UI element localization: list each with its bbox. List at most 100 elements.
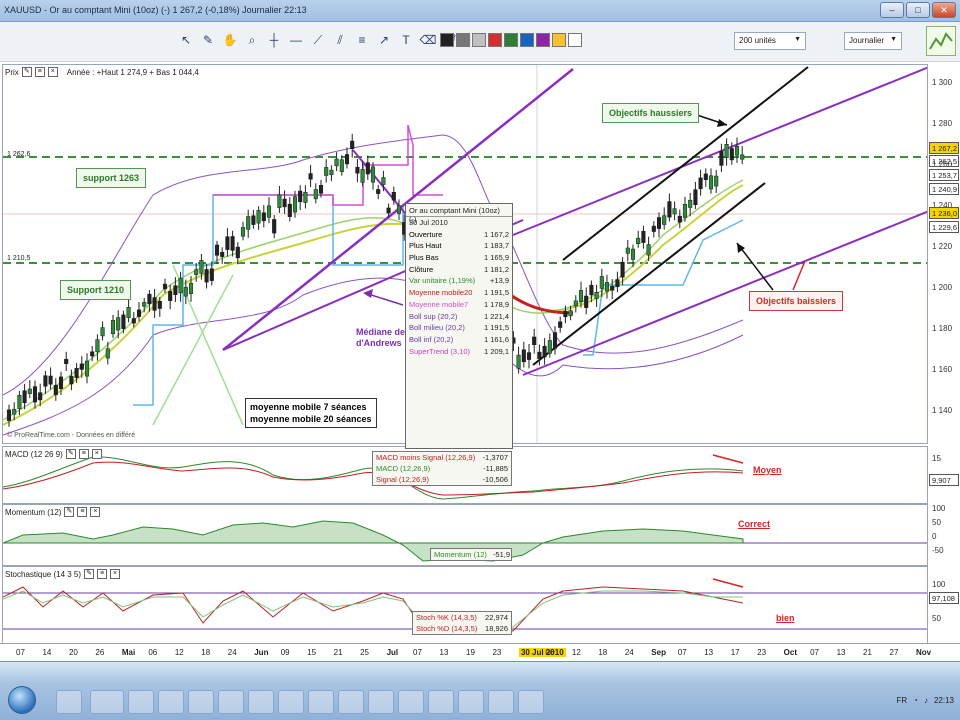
channel-icon[interactable]: ⫽ [330,30,350,50]
list-icon[interactable]: ≡ [77,507,88,517]
price-tag-6: 1 229,6 [929,221,959,233]
black-channel-upper [562,66,809,261]
wrench-icon[interactable]: ✎ [65,449,76,459]
pencil-icon[interactable]: ✎ [198,30,218,50]
candle-body [225,236,230,250]
x-axis-label: 24 [624,648,634,657]
candle-body [27,388,32,394]
taskbar-app-16[interactable] [518,690,544,714]
candle-body [599,276,604,289]
taskbar-app-10[interactable] [338,690,364,714]
taskbar-app-1[interactable] [56,690,82,714]
candle-body [105,348,110,359]
candle-body [636,237,641,245]
candle-body [261,212,266,222]
arrowhead-mediane [363,289,373,298]
taskbar-app-11[interactable] [368,690,394,714]
price-tag-5: 1 236,0 [929,207,959,219]
close-button[interactable]: ✕ [932,2,956,18]
close-pane-icon[interactable]: × [90,507,101,517]
text-tool-icon[interactable]: T [396,30,416,50]
taskbar-app-14[interactable] [458,690,484,714]
taskbar-app-15[interactable] [488,690,514,714]
taskbar-app-13[interactable] [428,690,454,714]
maximize-button[interactable]: □ [906,2,930,18]
taskbar-app-4[interactable] [158,690,184,714]
wrench-icon[interactable]: ✎ [64,507,75,517]
color-swatch-green[interactable] [504,33,518,47]
hand-icon[interactable]: ✋ [220,30,240,50]
candle-body [672,208,677,215]
x-axis-label: 23 [492,648,502,657]
color-swatch-blue[interactable] [520,33,534,47]
fibonacci-icon[interactable]: ≡ [352,30,372,50]
candle-body [173,285,178,295]
list-icon[interactable]: ≡ [97,569,108,579]
wrench-icon[interactable]: ✎ [21,67,32,77]
purple-channel-lower [522,210,927,376]
taskbar-app-3[interactable] [128,690,154,714]
color-swatch-silver[interactable] [472,33,486,47]
candle-body [313,189,318,200]
candle-body [656,217,662,229]
taskbar-app-7[interactable] [248,690,274,714]
clock[interactable]: 22:13 [934,696,954,705]
color-swatch-gray[interactable] [456,33,470,47]
list-icon[interactable]: ≡ [78,449,89,459]
moving-average-7 [3,179,744,421]
candle-body [230,236,235,251]
candle-body [214,244,220,256]
taskbar-app-9[interactable] [308,690,334,714]
horizontal-line-icon[interactable]: — [286,30,306,50]
stoch-d-line [3,590,743,628]
close-pane-icon[interactable]: × [110,569,121,579]
arrow-tool-icon[interactable]: ↗ [374,30,394,50]
x-axis-label: 06 [148,648,158,657]
close-pane-icon[interactable]: × [91,449,102,459]
start-button-icon[interactable] [8,686,36,714]
candle-body [365,162,370,175]
color-swatch-yellow[interactable] [552,33,566,47]
candle-body [131,318,136,324]
list-icon[interactable]: ≡ [34,67,45,77]
taskbar-app-2[interactable] [90,690,124,714]
minimize-button[interactable]: – [880,2,904,18]
pointer-icon[interactable]: ↖ [176,30,196,50]
volume-icon[interactable]: ♪ [924,696,928,705]
taskbar-app-6[interactable] [218,690,244,714]
x-axis-label: 24 [227,648,237,657]
color-swatch-white[interactable] [568,33,582,47]
candle-body [194,269,199,275]
network-icon[interactable]: ◔ [913,696,918,705]
candle-body [235,246,240,259]
vertical-line-icon[interactable]: ┼ [264,30,284,50]
candle-body [90,351,95,357]
candle-body [32,386,38,403]
x-axis-label: 07 [677,648,687,657]
momentum-note: Correct [738,519,771,529]
color-swatch-purple[interactable] [536,33,550,47]
color-swatch-red[interactable] [488,33,502,47]
x-axis-label: 06 [545,648,555,657]
x-axis-label: 26 [95,648,105,657]
candle-body [157,301,162,309]
taskbar-app-12[interactable] [398,690,424,714]
taskbar-app-5[interactable] [188,690,214,714]
taskbar-app-8[interactable] [278,690,304,714]
wrench-icon[interactable]: ✎ [84,569,95,579]
close-pane-icon[interactable]: × [47,67,58,77]
language-indicator[interactable]: FR [896,696,907,705]
period-select[interactable]: Journalier ▼ [844,32,902,50]
trendline-icon[interactable]: ⟋ [308,30,328,50]
candle-body [334,158,339,167]
candle-body [641,230,646,243]
candle-body [740,154,745,160]
candle-body [620,261,625,278]
zoom-icon[interactable]: ⌕ [242,30,262,50]
color-swatch-black[interactable] [440,33,454,47]
candle-body [6,409,12,421]
eraser-icon[interactable]: ⌫ [418,30,438,50]
candle-body [43,375,48,387]
units-select[interactable]: 200 unités ▼ [734,32,806,50]
candle-body [53,384,58,396]
